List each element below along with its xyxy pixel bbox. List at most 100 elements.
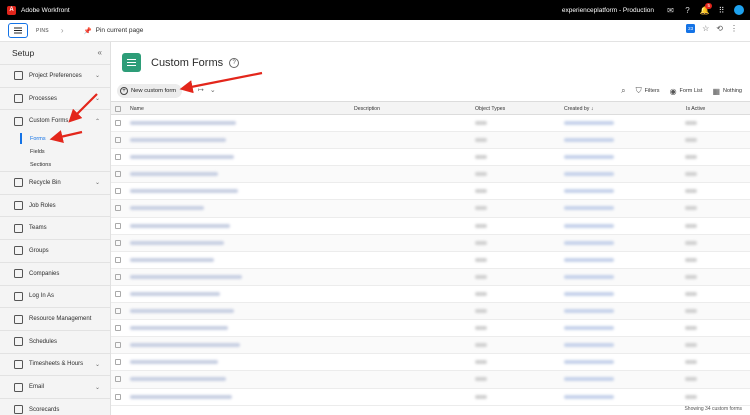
help-icon[interactable]: ? <box>683 6 692 15</box>
row-checkbox[interactable] <box>115 359 121 366</box>
table-row[interactable] <box>111 371 750 389</box>
avatar[interactable] <box>734 5 744 15</box>
row-checkbox[interactable] <box>115 120 121 126</box>
table-row[interactable] <box>111 252 750 269</box>
sidebar-item-schedules[interactable]: Schedules <box>0 329 110 353</box>
form-name-cell[interactable] <box>130 394 232 399</box>
sidebar-item-teams[interactable]: Teams <box>0 216 110 239</box>
sidebar-item-recycle-bin[interactable]: Recycle Bin ⌄ <box>0 171 110 194</box>
sidebar-item-custom-forms[interactable]: Custom Forms ⌃ <box>0 109 110 132</box>
form-name-cell[interactable] <box>130 360 218 365</box>
form-name-cell[interactable] <box>130 240 224 245</box>
sidebar-item-timesheets-hours[interactable]: Timesheets & Hours ⌄ <box>0 352 110 376</box>
sidebar-item-processes[interactable]: Processes ⌄ <box>0 86 110 110</box>
row-checkbox[interactable] <box>115 222 121 229</box>
table-row[interactable] <box>111 337 750 355</box>
row-checkbox[interactable] <box>115 273 121 280</box>
form-name-cell[interactable] <box>130 189 238 194</box>
table-row[interactable] <box>111 234 750 252</box>
column-header-name[interactable]: Name <box>130 106 144 112</box>
select-all-checkbox[interactable] <box>115 105 121 112</box>
table-row[interactable] <box>111 218 750 235</box>
object-type-cell <box>475 172 487 177</box>
table-row[interactable] <box>111 354 750 372</box>
row-checkbox[interactable] <box>115 154 121 161</box>
more-vertical-icon[interactable]: ⋮ <box>730 24 738 33</box>
row-checkbox[interactable] <box>115 376 121 383</box>
column-header-is-active[interactable]: Is Active <box>686 106 705 112</box>
table-row[interactable] <box>111 183 750 201</box>
row-checkbox[interactable] <box>115 342 121 349</box>
sidebar-item-project-preferences[interactable]: Project Preferences ⌄ <box>0 64 110 87</box>
table-row[interactable] <box>111 132 750 150</box>
form-list-view-button[interactable]: ◉ Form List <box>670 87 703 96</box>
filters-button[interactable]: ⛉ Filters <box>636 86 660 96</box>
row-checkbox[interactable] <box>115 290 121 297</box>
form-name-cell[interactable] <box>130 223 230 228</box>
collapse-sidebar-icon[interactable]: « <box>98 48 102 57</box>
sidebar-item-groups[interactable]: Groups <box>0 239 110 262</box>
new-custom-form-button[interactable]: + New custom form <box>117 84 183 98</box>
form-name-cell[interactable] <box>130 343 240 348</box>
row-checkbox[interactable] <box>115 325 121 332</box>
adobe-logo-icon[interactable]: A <box>7 5 16 15</box>
sidebar-item-job-roles[interactable]: Job Roles <box>0 193 110 217</box>
search-icon[interactable]: ⌕ <box>621 86 625 96</box>
sidebar-item-resource-management[interactable]: Resource Management <box>0 307 110 330</box>
apps-grid-icon[interactable]: ⠿ <box>717 6 726 15</box>
calendar-icon <box>14 337 23 347</box>
sidebar-item-companies[interactable]: Companies <box>0 261 110 285</box>
sidebar-subitem-fields[interactable]: Fields <box>0 145 110 158</box>
form-name-cell[interactable] <box>130 206 204 211</box>
table-row[interactable] <box>111 149 750 167</box>
table-row[interactable] <box>111 200 750 218</box>
sidebar-subitem-sections[interactable]: Sections <box>0 158 110 171</box>
form-name-cell[interactable] <box>130 309 234 314</box>
feedback-icon[interactable]: ✉ <box>666 6 675 15</box>
pin-current-page-button[interactable]: 📌 Pin current page <box>84 27 144 35</box>
sidebar-subitem-forms[interactable]: Forms <box>0 132 110 145</box>
column-header-description[interactable]: Description <box>354 106 380 112</box>
table-row[interactable] <box>111 115 750 133</box>
row-checkbox[interactable] <box>115 137 121 144</box>
form-name-cell[interactable] <box>130 121 236 125</box>
form-name-cell[interactable] <box>130 377 226 382</box>
table-row[interactable] <box>111 166 750 184</box>
table-row[interactable] <box>111 303 750 321</box>
row-checkbox[interactable] <box>115 393 121 400</box>
table-row[interactable] <box>111 286 750 304</box>
sidebar-item-email[interactable]: Email ⌄ <box>0 375 110 398</box>
row-checkbox[interactable] <box>115 308 121 315</box>
sidebar-item-log-in-as[interactable]: Log In As <box>0 284 110 308</box>
form-name-cell[interactable] <box>130 172 218 177</box>
star-icon[interactable]: ☆ <box>702 24 709 33</box>
bell-icon[interactable]: 🔔 5 <box>700 2 712 15</box>
column-header-created-by[interactable]: Created by ↓ <box>564 106 593 112</box>
grouping-button[interactable]: ▦ Nothing <box>712 87 742 96</box>
row-checkbox[interactable] <box>115 188 121 195</box>
history-icon[interactable]: ⟲ <box>716 24 723 33</box>
sidebar-item-scorecards[interactable]: Scorecards <box>0 397 110 415</box>
form-name-cell[interactable] <box>130 155 234 160</box>
form-name-cell[interactable] <box>130 274 242 279</box>
form-name-cell[interactable] <box>130 291 220 296</box>
row-checkbox[interactable] <box>115 239 121 246</box>
environment-label[interactable]: experienceplatform - Production <box>562 7 654 14</box>
help-circle-icon[interactable]: ? <box>229 57 240 68</box>
row-checkbox[interactable] <box>115 256 121 263</box>
created-by-cell <box>564 360 614 365</box>
form-name-cell[interactable] <box>130 257 214 262</box>
move-icon[interactable]: ↦ <box>198 86 204 94</box>
form-name-cell[interactable] <box>130 326 228 331</box>
chevron-down-icon[interactable]: ⌄ <box>210 86 216 94</box>
table-row[interactable] <box>111 320 750 338</box>
row-checkbox[interactable] <box>115 171 121 178</box>
calendar-icon[interactable]: 23 <box>686 24 696 33</box>
form-name-cell[interactable] <box>130 138 226 143</box>
main-menu-button[interactable] <box>8 23 28 38</box>
table-row[interactable] <box>111 389 750 406</box>
row-checkbox[interactable] <box>115 205 121 212</box>
column-header-object-types[interactable]: Object Types <box>475 106 505 112</box>
table-row[interactable] <box>111 268 750 286</box>
chevron-right-icon[interactable]: › <box>61 26 64 35</box>
